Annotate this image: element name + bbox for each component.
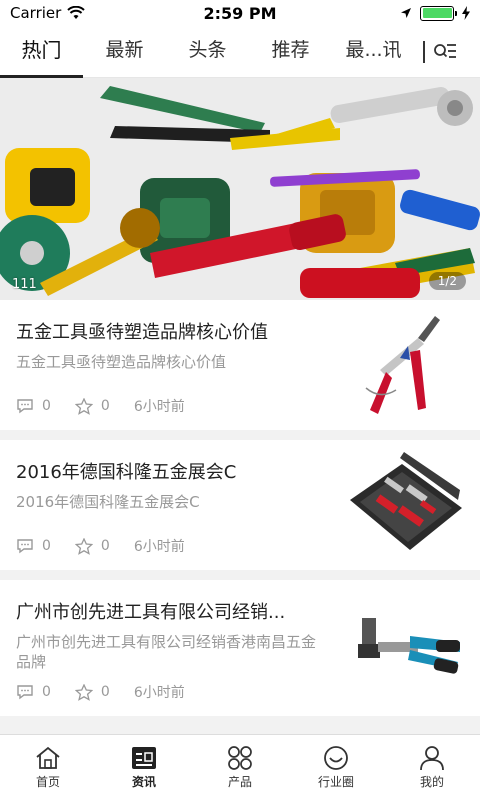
tabbar-home[interactable]: 首页 (0, 735, 96, 800)
tabbar-home-label: 首页 (35, 775, 60, 789)
tab-truncated[interactable]: 最...讯 (332, 26, 415, 78)
tab-hot[interactable]: 热门 (0, 26, 83, 78)
search-list-icon (434, 43, 456, 58)
news-summary: 2016年德国科隆五金展会C (16, 493, 200, 511)
banner-pager: 1/2 (428, 272, 466, 290)
news-list: 五金工具亟待塑造品牌核心价值 五金工具亟待塑造品牌核心价值 0 0 6小时前 2… (0, 300, 480, 726)
comment-count-value: 0 (42, 538, 51, 554)
wifi-icon (67, 6, 86, 19)
charging-bolt-icon (462, 6, 470, 20)
tabbar-news[interactable]: 资讯 (96, 735, 192, 800)
news-meta: 0 0 6小时前 (16, 536, 185, 556)
comment-count[interactable]: 0 (16, 398, 51, 414)
news-time: 6小时前 (133, 685, 185, 701)
comment-count[interactable]: 0 (16, 684, 51, 700)
category-tabs: 热门 最新 头条 推荐 最...讯 (0, 26, 480, 78)
news-item[interactable]: 广州市创先进工具有限公司经销... 广州市创先进工具有限公司经销香港南昌五金品牌… (0, 580, 480, 716)
carrier-label: Carrier (10, 4, 62, 22)
like-count-value: 0 (100, 398, 110, 414)
status-right (400, 5, 470, 21)
tabbar-community-label: 行业圈 (317, 775, 354, 789)
rivet-gun-icon (340, 310, 468, 422)
news-meta: 0 0 6小时前 (16, 396, 185, 416)
news-title: 2016年德国科隆五金展会C (16, 462, 237, 483)
star-icon (74, 683, 93, 701)
battery-icon (420, 5, 457, 21)
tab-latest[interactable]: 最新 (83, 26, 166, 78)
news-item[interactable]: 2016年德国科隆五金展会C 2016年德国科隆五金展会C 0 0 6小时前 (0, 440, 480, 570)
news-time: 6小时前 (133, 399, 185, 415)
tab-menu-button[interactable] (425, 26, 465, 78)
comment-icon (17, 685, 33, 700)
home-icon (36, 746, 60, 769)
news-meta: 0 0 6小时前 (16, 682, 185, 702)
banner-tools-image (0, 78, 480, 300)
star-icon (74, 397, 93, 415)
tabbar-profile[interactable]: 我的 (384, 735, 480, 800)
battery-fill (422, 8, 452, 18)
like-count-value: 0 (100, 684, 110, 700)
location-arrow-icon (401, 8, 411, 18)
banner-caption: 111 (12, 277, 37, 292)
news-title: 广州市创先进工具有限公司经销... (16, 602, 286, 623)
like-count[interactable]: 0 (74, 683, 110, 701)
community-icon (324, 746, 348, 770)
like-count[interactable]: 0 (74, 397, 110, 415)
comment-count-value: 0 (42, 398, 51, 414)
news-summary: 五金工具亟待塑造品牌核心价值 (16, 353, 227, 371)
like-count-value: 0 (100, 538, 110, 554)
comment-icon (17, 539, 33, 554)
tabbar-profile-label: 我的 (419, 775, 444, 789)
crimping-tool-icon (340, 590, 468, 702)
profile-icon (420, 746, 444, 771)
products-icon (228, 746, 252, 770)
comment-icon (17, 399, 33, 414)
status-bar: Carrier 2:59 PM (0, 0, 480, 26)
tabbar-community[interactable]: 行业圈 (288, 735, 384, 800)
tool-kit-icon (340, 450, 468, 562)
like-count[interactable]: 0 (74, 537, 110, 555)
tab-headlines[interactable]: 头条 (166, 26, 249, 78)
news-title: 五金工具亟待塑造品牌核心价值 (16, 322, 268, 343)
star-icon (74, 537, 93, 555)
tabbar-news-label: 资讯 (131, 775, 156, 789)
comment-count-value: 0 (42, 684, 51, 700)
banner-carousel[interactable]: 111 1/2 (0, 78, 480, 300)
news-summary: 广州市创先进工具有限公司经销香港南昌五金品牌 (16, 633, 317, 671)
tabbar-products-label: 产品 (227, 775, 252, 789)
tabbar-products[interactable]: 产品 (192, 735, 288, 800)
carrier-group: Carrier (10, 4, 86, 22)
bottom-tab-bar: 首页 资讯 产品 行业圈 我的 (0, 734, 480, 800)
comment-count[interactable]: 0 (16, 538, 51, 554)
tab-recommended[interactable]: 推荐 (249, 26, 332, 78)
news-time: 6小时前 (133, 539, 185, 555)
news-icon (132, 747, 156, 769)
news-item[interactable]: 五金工具亟待塑造品牌核心价值 五金工具亟待塑造品牌核心价值 0 0 6小时前 (0, 300, 480, 430)
